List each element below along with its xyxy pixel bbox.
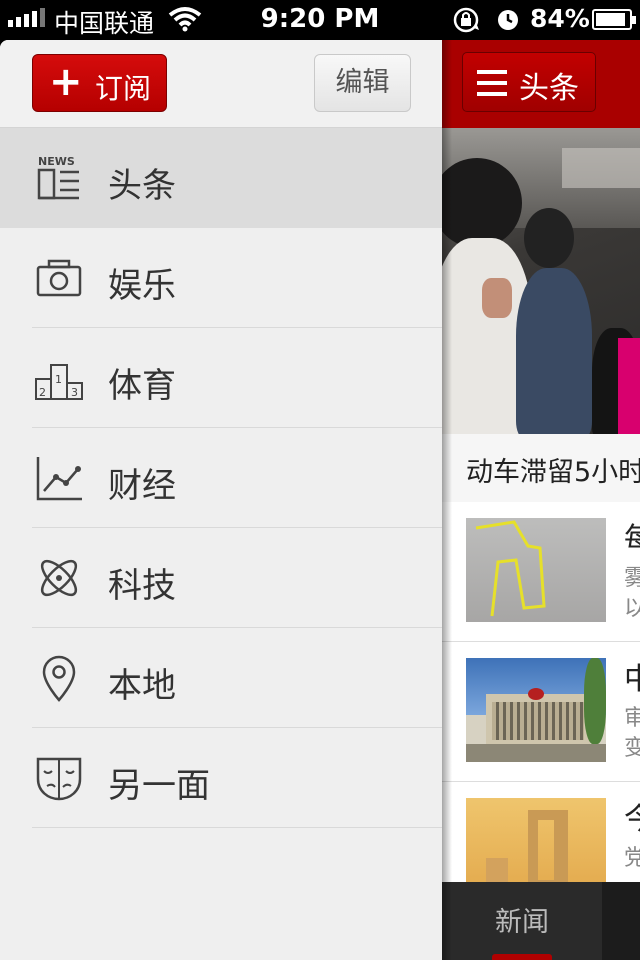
svg-text:NEWS: NEWS bbox=[38, 155, 75, 168]
side-menu: + 订阅 编辑 NEWS 头条 娱乐 2 1 3 体育 财经 科技 本地 另一面 bbox=[0, 40, 442, 960]
hero-caption[interactable]: 动车滞留5小时 bbox=[442, 434, 640, 502]
menu-item-entertainment[interactable]: 娱乐 bbox=[0, 228, 442, 328]
tab-selected-indicator bbox=[492, 954, 552, 960]
content-panel[interactable]: 头条 动车滞留5小时 每 雾 以 中 审 变 今 党 新闻 bbox=[442, 40, 640, 960]
menu-item-label: 头条 bbox=[108, 166, 176, 206]
news-summary: 审 变 bbox=[624, 706, 640, 761]
battery-percent: 84% bbox=[530, 4, 590, 33]
content-header: 头条 bbox=[442, 40, 640, 128]
alarm-icon bbox=[498, 10, 518, 30]
svg-text:3: 3 bbox=[71, 386, 78, 399]
edit-button[interactable]: 编辑 bbox=[314, 54, 411, 112]
menu-item-label: 科技 bbox=[108, 566, 176, 606]
camera-icon bbox=[36, 259, 82, 297]
svg-text:1: 1 bbox=[55, 373, 62, 386]
news-title: 今 bbox=[624, 802, 640, 837]
menu-item-sports[interactable]: 2 1 3 体育 bbox=[0, 328, 442, 428]
svg-text:2: 2 bbox=[39, 386, 46, 399]
menu-header: + 订阅 编辑 bbox=[0, 40, 442, 128]
menu-item-label: 体育 bbox=[108, 366, 176, 406]
news-summary: 党 bbox=[624, 846, 640, 871]
chart-icon bbox=[36, 457, 82, 501]
menu-item-headlines[interactable]: NEWS 头条 bbox=[0, 128, 442, 228]
plus-icon: + bbox=[49, 59, 83, 105]
tab-label: 新闻 bbox=[495, 907, 549, 938]
menu-item-label: 另一面 bbox=[108, 766, 210, 806]
podium-icon: 2 1 3 bbox=[35, 364, 83, 400]
hero-image[interactable] bbox=[442, 128, 640, 434]
menu-item-technology[interactable]: 科技 bbox=[0, 528, 442, 628]
hamburger-icon bbox=[477, 70, 507, 103]
menu-item-local[interactable]: 本地 bbox=[0, 628, 442, 728]
tab-bar: 新闻 bbox=[442, 882, 640, 960]
menu-item-label: 本地 bbox=[108, 666, 176, 706]
news-title: 中 bbox=[624, 662, 640, 697]
rotation-lock-icon bbox=[453, 7, 479, 33]
news-thumbnail bbox=[466, 658, 606, 762]
panel-shadow bbox=[442, 40, 452, 960]
menu-toggle-button[interactable]: 头条 bbox=[462, 52, 596, 112]
menu-item-label: 财经 bbox=[108, 466, 176, 506]
news-title: 每 bbox=[624, 522, 640, 557]
news-icon: NEWS bbox=[37, 155, 79, 200]
news-thumbnail bbox=[466, 518, 606, 622]
tab-news[interactable]: 新闻 bbox=[442, 882, 602, 960]
subscribe-label: 订阅 bbox=[95, 72, 152, 105]
battery-icon bbox=[592, 9, 636, 30]
news-item[interactable]: 中 审 变 bbox=[442, 642, 640, 782]
news-item[interactable]: 每 雾 以 bbox=[442, 502, 640, 642]
menu-item-other-side[interactable]: 另一面 bbox=[0, 728, 442, 828]
status-bar: 中国联通 9:20 PM 84% bbox=[0, 0, 640, 40]
news-summary: 雾 以 bbox=[624, 566, 640, 621]
divider bbox=[32, 827, 442, 828]
menu-item-label: 娱乐 bbox=[108, 266, 176, 306]
atom-icon bbox=[40, 559, 78, 597]
subscribe-button[interactable]: + 订阅 bbox=[32, 54, 167, 112]
mask-icon bbox=[36, 757, 82, 801]
location-pin-icon bbox=[42, 655, 76, 702]
menu-item-finance[interactable]: 财经 bbox=[0, 428, 442, 528]
section-title: 头条 bbox=[519, 71, 579, 106]
